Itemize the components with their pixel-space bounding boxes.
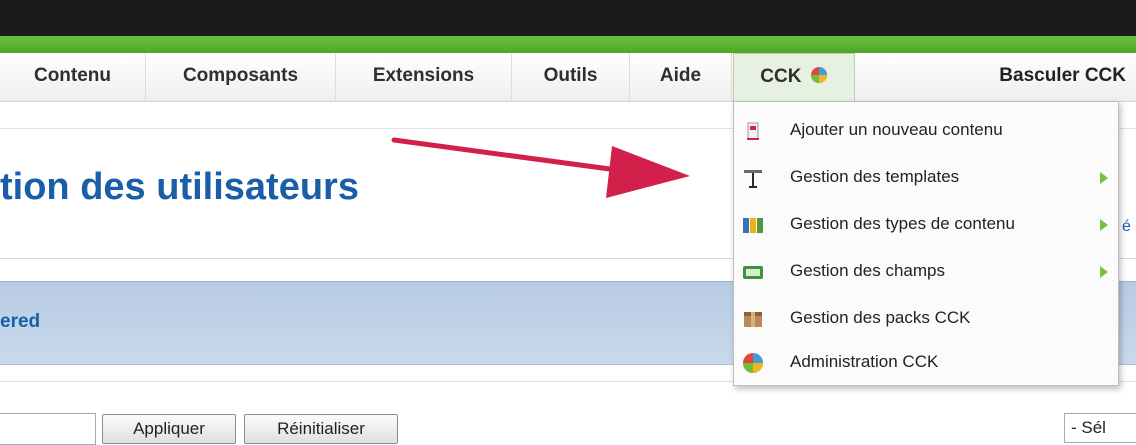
- submenu-arrow-icon: [1100, 172, 1108, 184]
- menu-item-administration[interactable]: Administration CCK: [734, 340, 1116, 387]
- dropdown-item-label: Ajouter un nouveau contenu: [790, 120, 1003, 139]
- dropdown-item-label: Gestion des packs CCK: [790, 308, 971, 327]
- menu-item-cck[interactable]: CCK: [733, 53, 855, 102]
- menu-item-label: Contenu: [33, 65, 112, 86]
- submenu-arrow-icon: [1100, 266, 1108, 278]
- dropdown-item-label: Gestion des types de contenu: [790, 214, 1015, 233]
- filter-select[interactable]: - Sél: [1064, 413, 1136, 443]
- cck-dropdown-menu: Ajouter un nouveau contenu Gestion des t…: [733, 101, 1119, 386]
- admin-top-bar: [0, 0, 1136, 36]
- menu-item-label: CCK: [760, 66, 802, 87]
- menu-item-templates[interactable]: Gestion des templates: [734, 155, 1116, 202]
- template-icon: [744, 170, 762, 188]
- menu-item-packs[interactable]: Gestion des packs CCK: [734, 296, 1116, 343]
- menu-item-extensions[interactable]: Extensions: [336, 53, 512, 101]
- content-types-icon: [743, 218, 763, 233]
- menu-item-label: Extensions: [372, 65, 475, 86]
- menu-item-aide[interactable]: Aide: [630, 53, 732, 101]
- cck-logo-icon: [810, 67, 827, 83]
- menu-item-outils[interactable]: Outils: [512, 53, 630, 101]
- dropdown-item-label: Gestion des templates: [790, 167, 960, 186]
- dropdown-item-label: Administration CCK: [790, 352, 939, 371]
- info-band-text[interactable]: ered: [0, 311, 40, 333]
- add-content-icon: [747, 122, 759, 140]
- switch-cck-link[interactable]: Basculer CCK: [999, 53, 1126, 101]
- truncated-text: é: [1122, 218, 1131, 235]
- packs-icon: [744, 312, 762, 327]
- fields-icon: [743, 266, 763, 279]
- menu-item-content-types[interactable]: Gestion des types de contenu: [734, 202, 1116, 249]
- submenu-arrow-icon: [1100, 219, 1108, 231]
- reset-button[interactable]: Réinitialiser: [244, 414, 398, 444]
- green-accent-bar: [0, 36, 1136, 53]
- apply-button[interactable]: Appliquer: [102, 414, 236, 444]
- cck-logo-icon: [743, 353, 763, 373]
- menu-item-label: Composants: [182, 65, 299, 86]
- menu-item-fields[interactable]: Gestion des champs: [734, 249, 1116, 296]
- dropdown-item-label: Gestion des champs: [790, 261, 945, 280]
- menu-item-add-content[interactable]: Ajouter un nouveau contenu: [734, 108, 1116, 155]
- menu-item-label: Aide: [659, 65, 702, 86]
- menu-item-label: Outils: [543, 65, 598, 86]
- main-menu-bar: Contenu Composants Extensions Outils Aid…: [0, 53, 1136, 102]
- page-title: tion des utilisateurs: [0, 166, 359, 208]
- menu-item-composants[interactable]: Composants: [146, 53, 336, 101]
- menu-item-contenu[interactable]: Contenu: [0, 53, 146, 101]
- filter-input[interactable]: [0, 413, 96, 445]
